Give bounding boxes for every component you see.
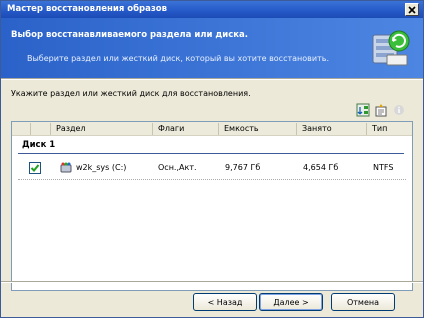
next-button[interactable]: Далее >: [259, 293, 323, 311]
wizard-header: Выбор восстанавливаемого раздела или дис…: [1, 18, 423, 78]
table-row[interactable]: w2k_sys (C:) Осн.,Акт. 9,767 Гб 4,654 Гб…: [18, 162, 406, 176]
disk-group-label: Диск 1: [22, 140, 56, 150]
partition-checkbox[interactable]: [29, 162, 41, 174]
partition-type: NTFS: [373, 163, 394, 172]
title-bar: Мастер восстановления образов: [1, 1, 423, 18]
column-separator: [366, 123, 367, 135]
checkmark-icon: [30, 164, 40, 172]
column-separator: [296, 123, 297, 135]
close-button[interactable]: [405, 3, 419, 16]
partition-capacity: 9,767 Гб: [225, 163, 261, 172]
column-separator: [30, 123, 31, 135]
back-button[interactable]: < Назад: [193, 293, 257, 311]
properties-icon[interactable]: [374, 103, 388, 117]
column-header-used[interactable]: Занято: [302, 124, 332, 133]
close-icon: [408, 5, 416, 14]
partition-icon: [60, 162, 72, 174]
group-divider: [18, 153, 404, 154]
header-subtitle: Выберите раздел или жесткий диск, которы…: [27, 54, 329, 63]
restore-disk-icon: [372, 30, 410, 66]
cancel-button[interactable]: Отмена: [331, 293, 395, 311]
instruction-text: Укажите раздел или жесткий диск для восс…: [11, 89, 251, 98]
column-header-flags[interactable]: Флаги: [158, 124, 184, 133]
partition-flags: Осн.,Акт.: [158, 163, 197, 172]
partition-used: 4,654 Гб: [303, 163, 339, 172]
partition-name: w2k_sys (C:): [76, 163, 127, 172]
info-icon: [392, 103, 406, 117]
list-toolbar: [356, 103, 406, 117]
row-divider: [18, 179, 406, 180]
header-title: Выбор восстанавливаемого раздела или дис…: [11, 30, 249, 40]
column-separator: [218, 123, 219, 135]
wizard-window: Мастер восстановления образов Выбор восс…: [0, 0, 424, 318]
column-separator: [50, 123, 51, 135]
column-header-type[interactable]: Тип: [372, 124, 387, 133]
partition-list[interactable]: Раздел Флаги Емкость Занято Тип Диск 1 w…: [11, 121, 413, 291]
window-title: Мастер восстановления образов: [7, 4, 168, 14]
header-divider: [1, 78, 423, 80]
column-header-partition[interactable]: Раздел: [56, 124, 86, 133]
sort-icon[interactable]: [356, 103, 370, 117]
column-separator: [152, 123, 153, 135]
footer-divider: [1, 281, 423, 283]
column-header-capacity[interactable]: Емкость: [224, 124, 259, 133]
list-header: Раздел Флаги Емкость Занято Тип: [12, 122, 412, 136]
